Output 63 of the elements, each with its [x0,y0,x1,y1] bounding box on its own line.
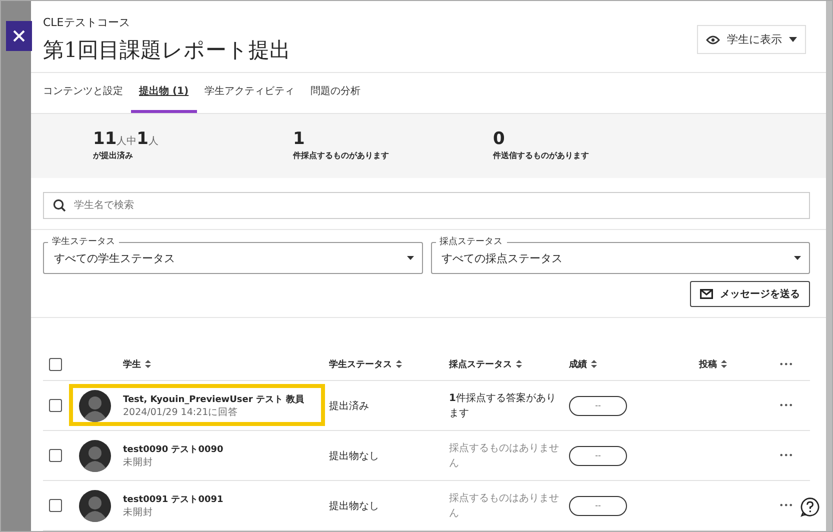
more-options-button[interactable]: ••• [779,501,794,510]
filter-label: 学生ステータス [51,238,116,247]
student-name[interactable]: test0091 テスト0091 [123,492,224,506]
stat-value: 11人中 1人 [93,130,160,148]
page-title: 第1回目課題レポート提出 [43,37,290,64]
grade-pill[interactable]: -- [569,446,627,466]
eye-icon [706,34,720,44]
grading-status: 1件採点する答案があります [449,392,557,420]
stat-label: 件送信するものがあります [493,150,590,161]
sort-icon [721,360,727,368]
checkbox[interactable] [49,358,62,370]
search-icon [53,199,66,212]
student-status: 提出済み [329,400,370,412]
avatar-icon [79,490,111,522]
student-status: 提出物なし [329,450,380,462]
stat-label: が提出済み [93,150,134,161]
checkbox[interactable] [49,449,62,462]
student-activity: 未開封 [123,506,154,518]
filter-dropdown[interactable]: 学生ステータス すべての学生ステータス [43,238,422,274]
avatar-icon [79,440,111,472]
more-options-button[interactable]: ••• [779,451,794,460]
caret-icon [794,256,801,260]
close-icon [13,30,25,42]
grading-status: 採点するものはありません [449,442,560,470]
student-status: 提出物なし [329,500,380,512]
student-name[interactable]: test0090 テスト0090 [123,442,224,456]
course-name: CLEテストコース [43,15,131,30]
grading-status: 採点するものはありません [449,492,560,520]
stat-label: 件採点するものがあります [293,150,390,161]
tab[interactable]: 学生アクティビティ [196,72,303,113]
student-activity: 未開封 [123,456,154,468]
avatar-icon [79,390,111,422]
column-header[interactable]: 採点ステータス [449,358,522,370]
grade-pill[interactable]: -- [569,396,627,416]
column-header[interactable]: 成績 [569,358,597,370]
tab[interactable]: 問題の分析 [302,72,369,113]
search-field[interactable]: 学生名で検索 [43,192,810,219]
more-options-button[interactable]: ••• [779,401,794,410]
grade-pill[interactable]: -- [569,496,627,516]
stat-value: 0 [493,130,506,148]
checkbox[interactable] [49,399,62,412]
checkbox[interactable] [49,499,62,512]
help-icon[interactable] [800,497,820,517]
more-options-button[interactable]: ••• [779,360,794,368]
caret-icon [789,37,797,42]
stat-value: 1 [293,130,306,148]
sort-icon [516,360,522,368]
close-button[interactable] [6,21,32,51]
sort-icon [591,360,597,368]
sort-icon [396,360,402,368]
tab[interactable]: コンテンツと設定 [35,72,131,113]
student-activity: 2024/01/29 14:21に回答 [123,406,240,418]
envelope-icon [700,289,713,299]
filter-dropdown[interactable]: 採点ステータス すべての採点ステータス [430,238,810,274]
column-header[interactable]: 学生 [123,358,151,370]
visibility-dropdown[interactable]: 学生に表示 [697,25,806,54]
send-message-button[interactable]: メッセージを送る [690,281,810,307]
column-header[interactable]: 学生ステータス [329,358,402,370]
sort-icon [145,360,151,368]
caret-icon [406,256,414,260]
student-name[interactable]: Test, Kyouin_PreviewUser テスト 教員 [123,392,304,406]
filter-label: 採点ステータス [438,238,504,247]
column-header[interactable]: 投稿 [699,358,727,370]
